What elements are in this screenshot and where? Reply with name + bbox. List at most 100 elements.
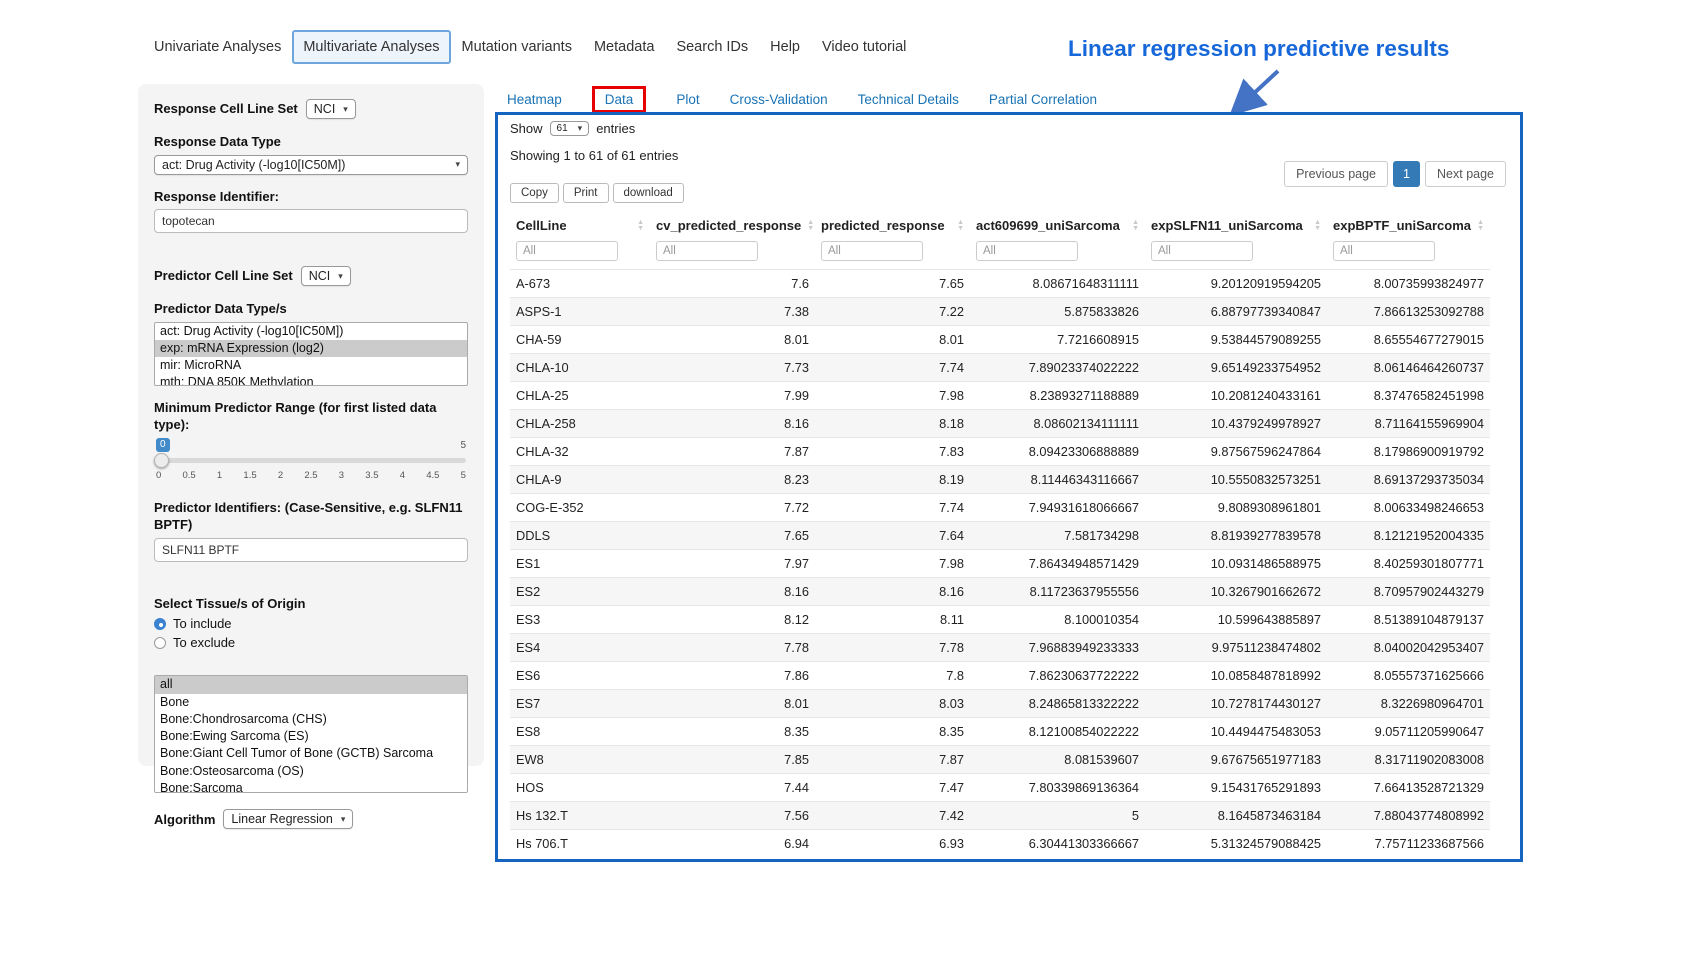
tab-technical-details[interactable]: Technical Details [858,92,959,107]
table-row: ES28.168.168.1172363795555610.3267901662… [510,578,1490,606]
spacer [154,246,468,266]
cell-value: 8.35 [815,718,970,746]
radio-to-exclude[interactable]: To exclude [154,635,468,650]
cell-value: 7.44 [650,774,815,802]
cell-value: 7.98 [815,382,970,410]
column-header-expslfn11-unisarcoma[interactable]: expSLFN11_uniSarcoma▲▼ [1145,211,1327,239]
nav-tab-metadata[interactable]: Metadata [583,30,665,64]
cell-value: 7.94931618066667 [970,494,1145,522]
entries-count-select[interactable]: 61 ▾ [550,121,590,136]
list-option-bone-sarcoma[interactable]: Bone:Sarcoma [155,780,467,794]
sidebar: Response Cell Line Set NCI ▾ Response Da… [138,84,484,766]
list-option-act-drug-activity-log10-ic50m[interactable]: act: Drug Activity (-log10[IC50M]) [155,323,467,340]
tab-data[interactable]: Data [592,86,647,113]
list-option-bone-chondrosarcoma-chs[interactable]: Bone:Chondrosarcoma (CHS) [155,711,467,728]
copy-button[interactable]: Copy [510,183,559,203]
list-option-mir-microrna[interactable]: mir: MicroRNA [155,357,467,374]
filter-cell [650,239,815,270]
list-option-bone-giant-cell-tumor-of-bone-gctb-sarcoma[interactable]: Bone:Giant Cell Tumor of Bone (GCTB) Sar… [155,745,467,762]
response-cell-line-select[interactable]: NCI ▾ [306,99,356,119]
min-range-slider[interactable]: 0 5 00.511.522.533.544.55 [156,438,466,486]
slider-ticks: 00.511.522.533.544.55 [156,470,466,481]
column-header-act609699-unisarcoma[interactable]: act609699_uniSarcoma▲▼ [970,211,1145,239]
cell-value: 9.05711205990647 [1327,718,1490,746]
slider-tick: 1.5 [243,470,256,481]
cell-line-name: CHLA-9 [510,466,650,494]
cell-value: 10.3267901662672 [1145,578,1327,606]
table-row: ES17.977.987.8643494857142910.0931486588… [510,550,1490,578]
column-header-content: cv_predicted_response▲▼ [656,218,809,233]
predictor-cell-line-select[interactable]: NCI ▾ [301,266,351,286]
chevron-down-icon: ▾ [338,271,343,282]
cell-value: 7.78 [650,634,815,662]
sort-icon[interactable]: ▲▼ [637,220,644,232]
nav-tab-help[interactable]: Help [759,30,811,64]
response-identifier-group: Response Identifier: [154,188,468,234]
cell-value: 8.16 [650,578,815,606]
predictor-identifiers-input[interactable] [154,538,468,562]
cell-line-name: ASPS-1 [510,298,650,326]
response-data-type-label: Response Data Type [154,133,468,151]
tab-heatmap[interactable]: Heatmap [507,92,562,107]
list-option-mth-dna-850k-methylation[interactable]: mth: DNA 850K Methylation [155,374,467,385]
list-option-all[interactable]: all [155,676,467,693]
table-row: HOS7.447.477.803398691363649.15431765291… [510,774,1490,802]
cell-value: 8.12100854022222 [970,718,1145,746]
column-filter-expbptf-unisarcoma[interactable] [1333,241,1435,261]
column-filter-act609699-unisarcoma[interactable] [976,241,1078,261]
show-label: Show [510,121,543,136]
tissue-listbox[interactable]: allBoneBone:Chondrosarcoma (CHS)Bone:Ewi… [154,675,468,793]
cell-value: 7.65 [650,522,815,550]
table-row: CHLA-98.238.198.1144634311666710.5550832… [510,466,1490,494]
current-page-button[interactable]: 1 [1393,161,1420,187]
slider-handle[interactable] [154,453,169,468]
radio-to-include[interactable]: To include [154,616,468,631]
cell-value: 7.99 [650,382,815,410]
response-data-type-select[interactable]: act: Drug Activity (-log10[IC50M]) ▾ [154,155,468,175]
select-value: Linear Regression [231,812,332,826]
nav-tab-video-tutorial[interactable]: Video tutorial [811,30,917,64]
cell-value: 8.04002042953407 [1327,634,1490,662]
column-filter-cv-predicted-response[interactable] [656,241,758,261]
previous-page-button[interactable]: Previous page [1284,161,1388,187]
response-identifier-input[interactable] [154,209,468,233]
predictor-data-type-listbox[interactable]: act: Drug Activity (-log10[IC50M])exp: m… [154,322,468,386]
pagination: Previous page 1 Next page [1284,161,1506,187]
tab-partial-correlation[interactable]: Partial Correlation [989,92,1097,107]
nav-tab-univariate-analyses[interactable]: Univariate Analyses [143,30,292,64]
sort-icon[interactable]: ▲▼ [807,220,814,232]
column-header-cv-predicted-response[interactable]: cv_predicted_response▲▼ [650,211,815,239]
table-row: ES78.018.038.2486581332222210.7278174430… [510,690,1490,718]
list-option-bone[interactable]: Bone [155,694,467,711]
column-filter-predicted-response[interactable] [821,241,923,261]
slider-value-badge: 0 [156,438,170,452]
slider-tick: 1 [217,470,222,481]
cell-value: 5.31324579088425 [1145,830,1327,858]
nav-tab-mutation-variants[interactable]: Mutation variants [451,30,583,64]
sort-icon[interactable]: ▲▼ [957,220,964,232]
next-page-button[interactable]: Next page [1425,161,1506,187]
slider-track[interactable] [156,458,466,463]
download-button[interactable]: download [613,183,684,203]
list-option-bone-ewing-sarcoma-es[interactable]: Bone:Ewing Sarcoma (ES) [155,728,467,745]
cell-value: 9.97511238474802 [1145,634,1327,662]
sort-icon[interactable]: ▲▼ [1132,220,1139,232]
sort-icon[interactable]: ▲▼ [1477,220,1484,232]
column-filter-expslfn11-unisarcoma[interactable] [1151,241,1253,261]
algorithm-select[interactable]: Linear Regression ▾ [223,809,353,829]
nav-tab-search-ids[interactable]: Search IDs [665,30,759,64]
list-option-exp-mrna-expression-log2[interactable]: exp: mRNA Expression (log2) [155,340,467,357]
column-header-predicted-response[interactable]: predicted_response▲▼ [815,211,970,239]
print-button[interactable]: Print [563,183,609,203]
cell-line-name: COG-E-352 [510,494,650,522]
column-header-expbptf-unisarcoma[interactable]: expBPTF_uniSarcoma▲▼ [1327,211,1490,239]
column-header-cellline[interactable]: CellLine▲▼ [510,211,650,239]
list-option-bone-osteosarcoma-os[interactable]: Bone:Osteosarcoma (OS) [155,763,467,780]
cell-value: 10.7278174430127 [1145,690,1327,718]
select-value: act: Drug Activity (-log10[IC50M]) [162,158,345,172]
tab-plot[interactable]: Plot [676,92,699,107]
tab-cross-validation[interactable]: Cross-Validation [730,92,828,107]
column-filter-cellline[interactable] [516,241,618,261]
sort-icon[interactable]: ▲▼ [1314,220,1321,232]
nav-tab-multivariate-analyses[interactable]: Multivariate Analyses [292,30,450,64]
